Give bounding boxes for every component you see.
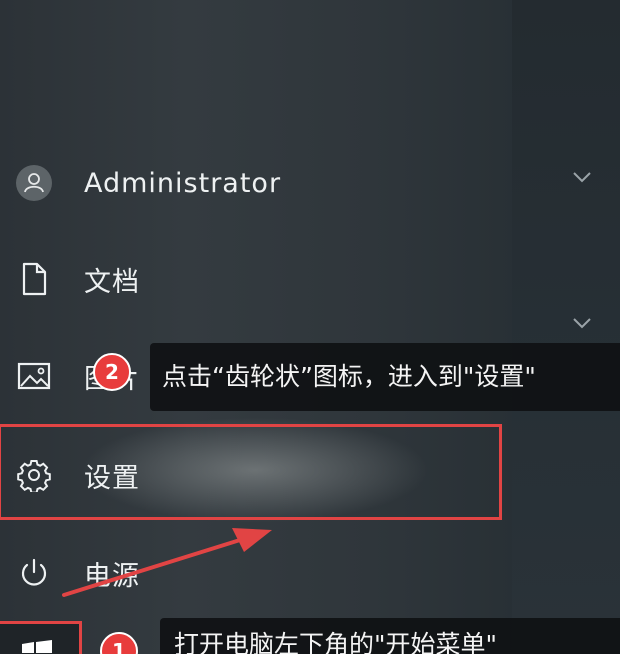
document-icon bbox=[16, 261, 52, 297]
chevron-down-icon[interactable] bbox=[571, 316, 593, 330]
documents-label: 文档 bbox=[84, 266, 140, 298]
step-1-badge: 1 bbox=[100, 632, 138, 654]
picture-icon bbox=[16, 358, 52, 394]
settings-highlight-box bbox=[0, 424, 502, 520]
power-label: 电源 bbox=[84, 560, 140, 592]
step-1-tooltip: 打开电脑左下角的"开始菜单" bbox=[160, 618, 620, 654]
step-2-text: 点击“齿轮状”图标，进入到"设置" bbox=[162, 362, 536, 391]
power-icon bbox=[16, 555, 52, 591]
start-menu: Administrator 文档 图片 bbox=[0, 0, 620, 654]
step-2-tooltip: 点击“齿轮状”图标，进入到"设置" bbox=[150, 343, 620, 411]
chevron-down-icon[interactable] bbox=[571, 170, 593, 184]
start-button-highlight-box bbox=[0, 621, 82, 654]
user-account-item[interactable]: Administrator bbox=[0, 148, 500, 218]
step-2-badge: 2 bbox=[93, 353, 131, 391]
power-item[interactable]: 电源 bbox=[0, 538, 500, 608]
user-avatar-icon bbox=[16, 165, 52, 201]
user-name: Administrator bbox=[84, 167, 282, 199]
start-menu-tiles-column bbox=[512, 0, 620, 654]
step-1-text: 打开电脑左下角的"开始菜单" bbox=[174, 630, 497, 654]
documents-item[interactable]: 文档 bbox=[0, 244, 500, 314]
